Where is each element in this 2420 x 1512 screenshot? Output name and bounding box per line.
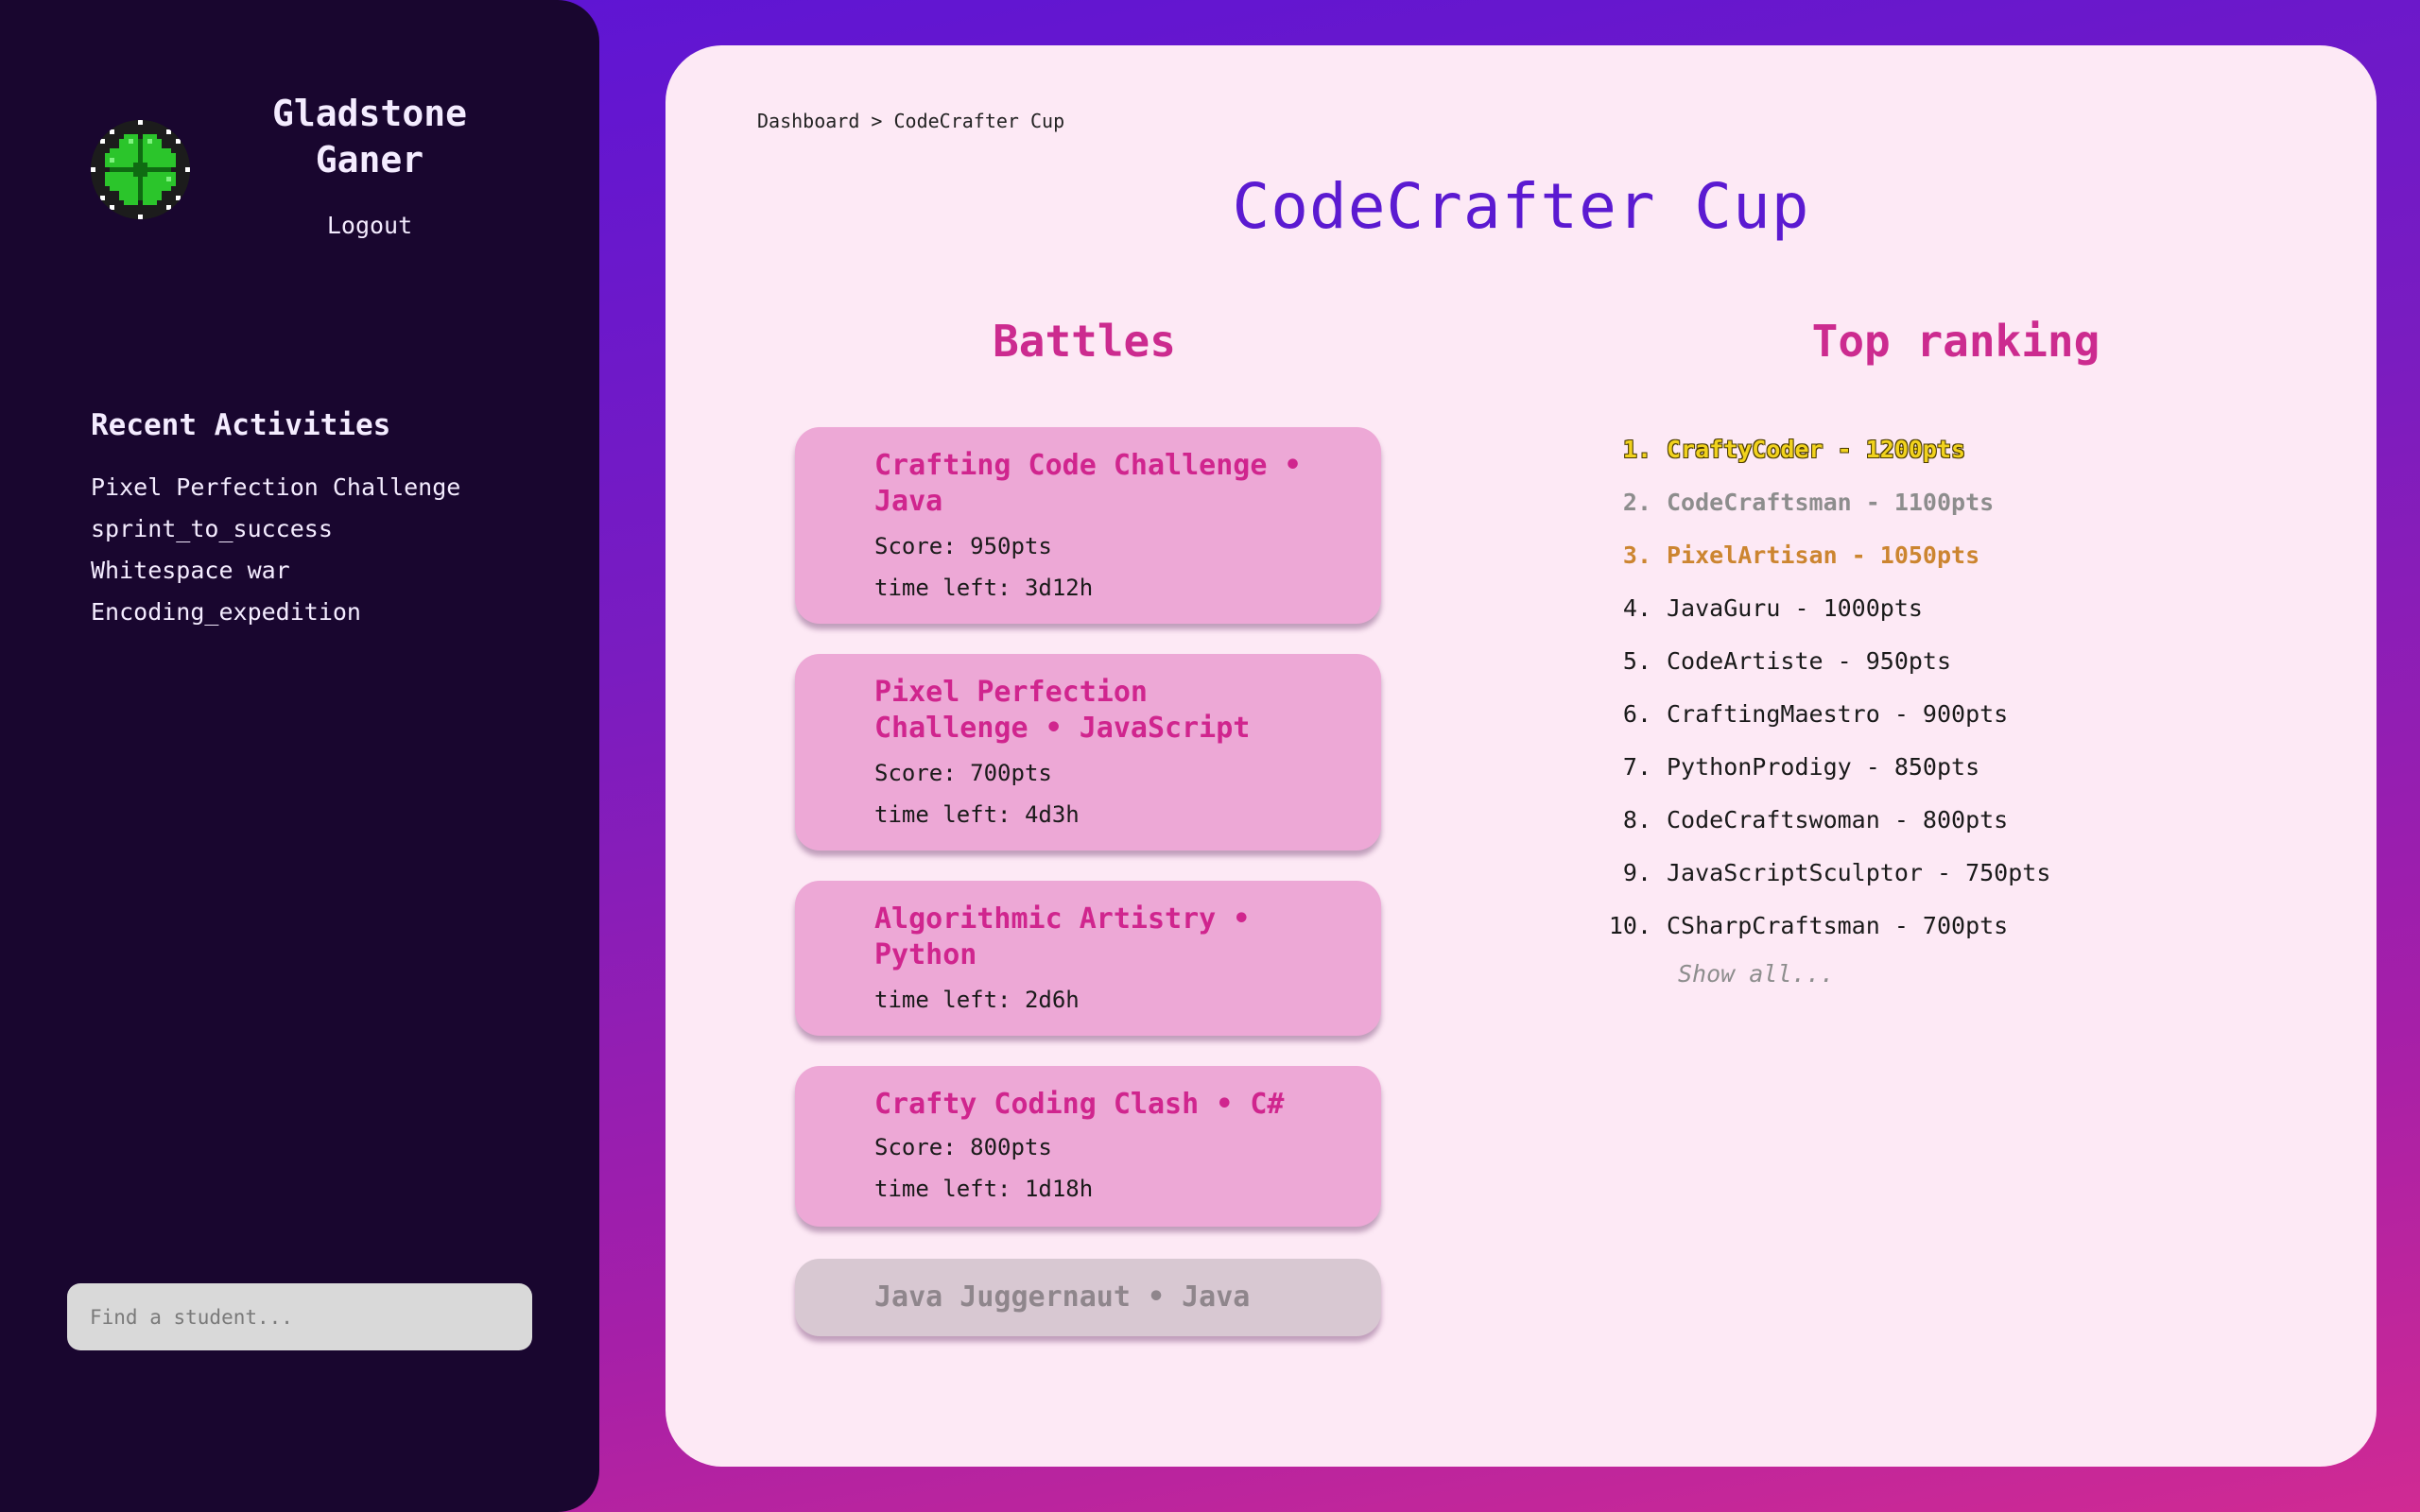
rank-number: 5. — [1622, 647, 1651, 675]
recent-activities-list: Pixel Perfection Challenge sprint_to_suc… — [91, 467, 460, 633]
rank-number: 1. — [1622, 436, 1651, 463]
sidebar: Gladstone Ganer Logout Recent Activities… — [0, 0, 599, 1512]
battle-card[interactable]: Pixel Perfection Challenge • JavaScript … — [795, 654, 1381, 850]
main-panel: Dashboard > CodeCrafter Cup CodeCrafter … — [666, 45, 2377, 1467]
rank-text: JavaScriptSculptor - 750pts — [1667, 859, 2051, 886]
breadcrumb-current: CodeCrafter Cup — [893, 110, 1065, 132]
ranking-title: Top ranking — [1811, 316, 2100, 367]
battle-time-left: time left: 2d6h — [874, 987, 1080, 1013]
battle-time-left: time left: 3d12h — [874, 575, 1094, 601]
rank-number: 3. — [1622, 541, 1651, 569]
rank-text: CodeCraftsman - 1100pts — [1667, 489, 1995, 516]
recent-activity-item[interactable]: Encoding_expedition — [91, 592, 460, 633]
user-name: Gladstone Ganer — [272, 93, 467, 180]
rank-number: 6. — [1622, 700, 1651, 728]
battle-title: Crafting Code Challenge • Java — [874, 449, 1302, 518]
battle-card-disabled: Java Juggernaut • Java — [795, 1259, 1381, 1336]
battle-title: Java Juggernaut • Java — [874, 1280, 1251, 1314]
breadcrumb-dashboard[interactable]: Dashboard — [757, 110, 859, 132]
battle-score: Score: 700pts — [874, 760, 1052, 786]
breadcrumb-separator: > — [871, 110, 883, 132]
battle-time-left: time left: 4d3h — [874, 801, 1080, 828]
ranking-item[interactable]: 7. PythonProdigy - 850pts — [1604, 741, 2050, 794]
ranking-item[interactable]: 6. CraftingMaestro - 900pts — [1604, 688, 2050, 741]
rank-text: CSharpCraftsman - 700pts — [1667, 912, 2009, 939]
ranking-list: 1. CraftyCoder - 1200pts 2. CodeCraftsman … — [1604, 423, 2051, 953]
rank-number: 2. — [1622, 489, 1651, 516]
rank-text: PixelArtisan - 1050pts — [1667, 541, 1980, 569]
battle-card[interactable]: Crafty Coding Clash • C# Score: 800pts t… — [795, 1066, 1381, 1227]
ranking-item[interactable]: 9. JavaScriptSculptor - 750pts — [1604, 847, 2051, 900]
rank-number: 4. — [1622, 594, 1651, 622]
battle-title: Pixel Perfection Challenge • JavaScript — [874, 676, 1251, 745]
battles-title: Battles — [993, 316, 1176, 367]
recent-activity-item[interactable]: Whitespace war — [91, 550, 460, 592]
battle-score: Score: 950pts — [874, 533, 1052, 559]
rank-number: 9. — [1622, 859, 1651, 886]
breadcrumb: Dashboard > CodeCrafter Cup — [757, 110, 1064, 132]
battle-card[interactable]: Algorithmic Artistry • Python time left:… — [795, 881, 1381, 1036]
rank-number: 8. — [1622, 806, 1651, 833]
rank-text: CraftyCoder - 1200pts — [1667, 436, 1966, 463]
rank-text: PythonProdigy - 850pts — [1667, 753, 1980, 781]
ranking-item[interactable]: 2. CodeCraftsman - 1100pts — [1604, 476, 2050, 529]
search-input[interactable] — [67, 1283, 532, 1350]
ranking-item[interactable]: 10. CSharpCraftsman - 700pts — [1604, 900, 2050, 953]
ranking-item[interactable]: 3. PixelArtisan - 1050pts — [1604, 529, 2050, 582]
battle-card[interactable]: Crafting Code Challenge • Java Score: 95… — [795, 427, 1381, 624]
ranking-item[interactable]: 1. CraftyCoder - 1200pts — [1604, 423, 2050, 476]
avatar[interactable] — [91, 120, 190, 219]
recent-activity-item[interactable]: sprint_to_success — [91, 508, 460, 550]
logout-button[interactable]: Logout — [236, 212, 503, 239]
rank-text: CodeCraftswoman - 800pts — [1667, 806, 2009, 833]
recent-activity-item[interactable]: Pixel Perfection Challenge — [91, 467, 460, 508]
ranking-item[interactable]: 5. CodeArtiste - 950pts — [1604, 635, 2050, 688]
rank-text: JavaGuru - 1000pts — [1667, 594, 1923, 622]
battle-title: Crafty Coding Clash • C# — [874, 1088, 1285, 1121]
recent-activities-title: Recent Activities — [91, 408, 391, 442]
battle-title: Algorithmic Artistry • Python — [874, 902, 1251, 971]
student-search — [67, 1283, 532, 1350]
rank-number: 10. — [1608, 912, 1651, 939]
rank-text: CodeArtiste - 950pts — [1667, 647, 1952, 675]
clover-pixel-icon — [91, 120, 190, 219]
rank-number: 7. — [1622, 753, 1651, 781]
ranking-item[interactable]: 8. CodeCraftswoman - 800pts — [1604, 794, 2050, 847]
ranking-item[interactable]: 4. JavaGuru - 1000pts — [1604, 582, 2050, 635]
page-title: CodeCrafter Cup — [1232, 170, 1810, 243]
rank-text: CraftingMaestro - 900pts — [1667, 700, 2009, 728]
battle-score: Score: 800pts — [874, 1134, 1052, 1160]
show-all-link[interactable]: Show all... — [1678, 960, 1835, 988]
battle-time-left: time left: 1d18h — [874, 1176, 1094, 1202]
